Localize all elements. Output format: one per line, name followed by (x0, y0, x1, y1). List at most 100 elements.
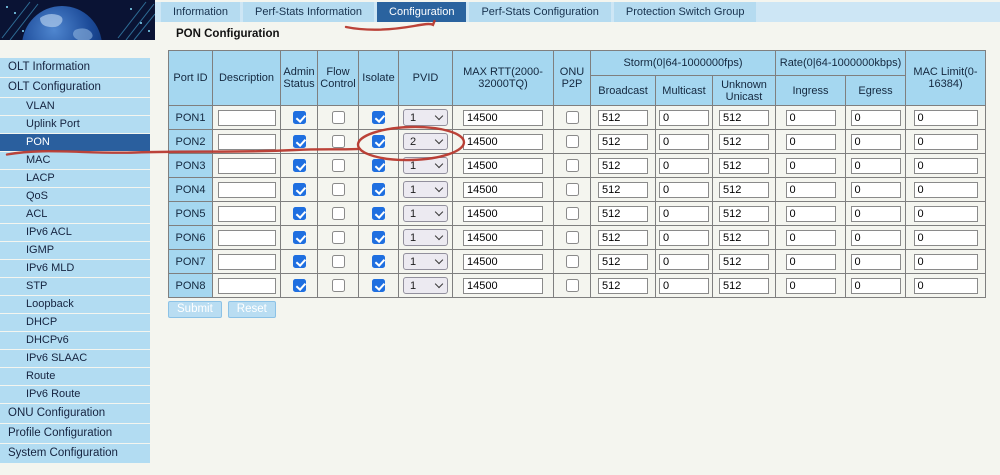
pvid-select[interactable]: 1 (403, 229, 448, 246)
description-input[interactable] (218, 158, 276, 174)
flow-control-checkbox[interactable] (332, 207, 345, 220)
flow-control-checkbox[interactable] (332, 159, 345, 172)
max-rtt-input[interactable] (463, 182, 543, 198)
submit-button[interactable]: Submit (168, 301, 222, 318)
sidebar-item-ipv6-slaac[interactable]: IPv6 SLAAC (0, 350, 150, 367)
max-rtt-input[interactable] (463, 230, 543, 246)
admin-status-checkbox[interactable] (293, 135, 306, 148)
mac-limit-input[interactable] (914, 110, 978, 126)
multicast-input[interactable] (659, 254, 709, 270)
onu-p2p-checkbox[interactable] (566, 135, 579, 148)
egress-input[interactable] (851, 230, 901, 246)
sidebar-item-pon[interactable]: PON (0, 134, 150, 151)
max-rtt-input[interactable] (463, 278, 543, 294)
onu-p2p-checkbox[interactable] (566, 231, 579, 244)
pvid-select[interactable]: 1 (403, 109, 448, 126)
sidebar-item-profile-configuration[interactable]: Profile Configuration (0, 424, 150, 443)
broadcast-input[interactable] (598, 158, 648, 174)
unknown-unicast-input[interactable] (719, 206, 769, 222)
egress-input[interactable] (851, 182, 901, 198)
broadcast-input[interactable] (598, 134, 648, 150)
description-input[interactable] (218, 134, 276, 150)
sidebar-item-lacp[interactable]: LACP (0, 170, 150, 187)
egress-input[interactable] (851, 110, 901, 126)
unknown-unicast-input[interactable] (719, 110, 769, 126)
sidebar-item-loopback[interactable]: Loopback (0, 296, 150, 313)
egress-input[interactable] (851, 134, 901, 150)
mac-limit-input[interactable] (914, 158, 978, 174)
sidebar-item-route[interactable]: Route (0, 368, 150, 385)
sidebar-item-system-configuration[interactable]: System Configuration (0, 444, 150, 463)
max-rtt-input[interactable] (463, 134, 543, 150)
reset-button[interactable]: Reset (228, 301, 276, 318)
egress-input[interactable] (851, 278, 901, 294)
unknown-unicast-input[interactable] (719, 278, 769, 294)
max-rtt-input[interactable] (463, 158, 543, 174)
sidebar-item-dhcp[interactable]: DHCP (0, 314, 150, 331)
mac-limit-input[interactable] (914, 134, 978, 150)
isolate-checkbox[interactable] (372, 279, 385, 292)
sidebar-item-onu-configuration[interactable]: ONU Configuration (0, 404, 150, 423)
sidebar-item-qos[interactable]: QoS (0, 188, 150, 205)
ingress-input[interactable] (786, 182, 836, 198)
mac-limit-input[interactable] (914, 278, 978, 294)
sidebar-item-uplink-port[interactable]: Uplink Port (0, 116, 150, 133)
max-rtt-input[interactable] (463, 206, 543, 222)
unknown-unicast-input[interactable] (719, 254, 769, 270)
sidebar-item-igmp[interactable]: IGMP (0, 242, 150, 259)
sidebar-item-ipv6-mld[interactable]: IPv6 MLD (0, 260, 150, 277)
isolate-checkbox[interactable] (372, 183, 385, 196)
pvid-select[interactable]: 1 (403, 157, 448, 174)
multicast-input[interactable] (659, 182, 709, 198)
ingress-input[interactable] (786, 278, 836, 294)
broadcast-input[interactable] (598, 182, 648, 198)
admin-status-checkbox[interactable] (293, 159, 306, 172)
sidebar-item-ipv6-acl[interactable]: IPv6 ACL (0, 224, 150, 241)
max-rtt-input[interactable] (463, 110, 543, 126)
ingress-input[interactable] (786, 158, 836, 174)
pvid-select[interactable]: 1 (403, 181, 448, 198)
sidebar-item-olt-information[interactable]: OLT Information (0, 58, 150, 77)
max-rtt-input[interactable] (463, 254, 543, 270)
onu-p2p-checkbox[interactable] (566, 111, 579, 124)
admin-status-checkbox[interactable] (293, 111, 306, 124)
egress-input[interactable] (851, 254, 901, 270)
mac-limit-input[interactable] (914, 254, 978, 270)
sidebar-item-stp[interactable]: STP (0, 278, 150, 295)
unknown-unicast-input[interactable] (719, 230, 769, 246)
onu-p2p-checkbox[interactable] (566, 159, 579, 172)
onu-p2p-checkbox[interactable] (566, 207, 579, 220)
isolate-checkbox[interactable] (372, 255, 385, 268)
sidebar-item-dhcpv6[interactable]: DHCPv6 (0, 332, 150, 349)
flow-control-checkbox[interactable] (332, 279, 345, 292)
pvid-select[interactable]: 1 (403, 205, 448, 222)
mac-limit-input[interactable] (914, 230, 978, 246)
pvid-select[interactable]: 1 (403, 277, 448, 294)
unknown-unicast-input[interactable] (719, 182, 769, 198)
unknown-unicast-input[interactable] (719, 158, 769, 174)
flow-control-checkbox[interactable] (332, 231, 345, 244)
admin-status-checkbox[interactable] (293, 279, 306, 292)
tab-perf-stats-information[interactable]: Perf-Stats Information (243, 2, 374, 22)
tab-perf-stats-configuration[interactable]: Perf-Stats Configuration (469, 2, 610, 22)
ingress-input[interactable] (786, 134, 836, 150)
mac-limit-input[interactable] (914, 206, 978, 222)
multicast-input[interactable] (659, 158, 709, 174)
description-input[interactable] (218, 182, 276, 198)
sidebar-item-ipv6-route[interactable]: IPv6 Route (0, 386, 150, 403)
sidebar-item-olt-configuration[interactable]: OLT Configuration (0, 78, 150, 97)
flow-control-checkbox[interactable] (332, 183, 345, 196)
isolate-checkbox[interactable] (372, 135, 385, 148)
admin-status-checkbox[interactable] (293, 183, 306, 196)
egress-input[interactable] (851, 206, 901, 222)
mac-limit-input[interactable] (914, 182, 978, 198)
isolate-checkbox[interactable] (372, 159, 385, 172)
flow-control-checkbox[interactable] (332, 135, 345, 148)
sidebar-item-acl[interactable]: ACL (0, 206, 150, 223)
broadcast-input[interactable] (598, 230, 648, 246)
isolate-checkbox[interactable] (372, 111, 385, 124)
flow-control-checkbox[interactable] (332, 255, 345, 268)
broadcast-input[interactable] (598, 278, 648, 294)
onu-p2p-checkbox[interactable] (566, 183, 579, 196)
flow-control-checkbox[interactable] (332, 111, 345, 124)
